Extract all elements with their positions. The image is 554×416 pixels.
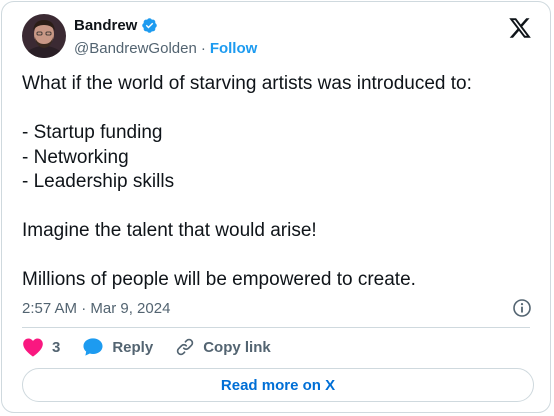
tweet-line: - Networking [22, 146, 129, 168]
author-handle[interactable]: @BandrewGolden [74, 40, 197, 57]
verified-badge-icon [141, 17, 158, 34]
copy-link-button[interactable]: Copy link [175, 337, 271, 357]
tweet-line: Millions of people will be empowered to … [22, 269, 416, 290]
copy-link-label: Copy link [203, 338, 271, 356]
tweet-line: - Leadership skills [22, 171, 175, 192]
separator-dot: · [200, 40, 206, 57]
avatar[interactable] [22, 14, 66, 58]
like-count: 3 [52, 338, 61, 356]
x-logo-icon[interactable] [508, 16, 532, 40]
info-icon[interactable] [512, 298, 532, 318]
tweet-line: - Startup funding [22, 122, 163, 143]
like-button[interactable]: 3 [22, 337, 60, 357]
link-icon [175, 337, 195, 357]
reply-label: Reply [112, 338, 154, 356]
tweet-line [22, 244, 532, 269]
heart-icon [22, 337, 44, 357]
author-name[interactable]: Bandrew [74, 17, 137, 34]
divider [22, 327, 530, 328]
tweet-line [22, 195, 532, 220]
tweet-line [22, 97, 532, 122]
tweet-text: What if the world of starving artists wa… [22, 72, 532, 293]
reply-button[interactable]: Reply [82, 337, 153, 357]
author-name-row: Bandrew [74, 17, 158, 34]
tweet-card: Bandrew @BandrewGolden · Follow What if … [1, 1, 551, 413]
speech-bubble-icon [82, 337, 104, 357]
follow-button[interactable]: Follow [210, 40, 258, 57]
read-more-button[interactable]: Read more on X [22, 368, 534, 402]
author-handle-row: @BandrewGolden · Follow [74, 40, 257, 57]
tweet-line: What if the world of starving artists wa… [22, 73, 472, 94]
tweet-line: Imagine the talent that would arise! [22, 220, 317, 241]
tweet-actions: 3 Reply Copy link [22, 337, 293, 357]
avatar-image [22, 14, 66, 58]
tweet-timestamp[interactable]: 2:57 AM · Mar 9, 2024 [22, 300, 170, 317]
